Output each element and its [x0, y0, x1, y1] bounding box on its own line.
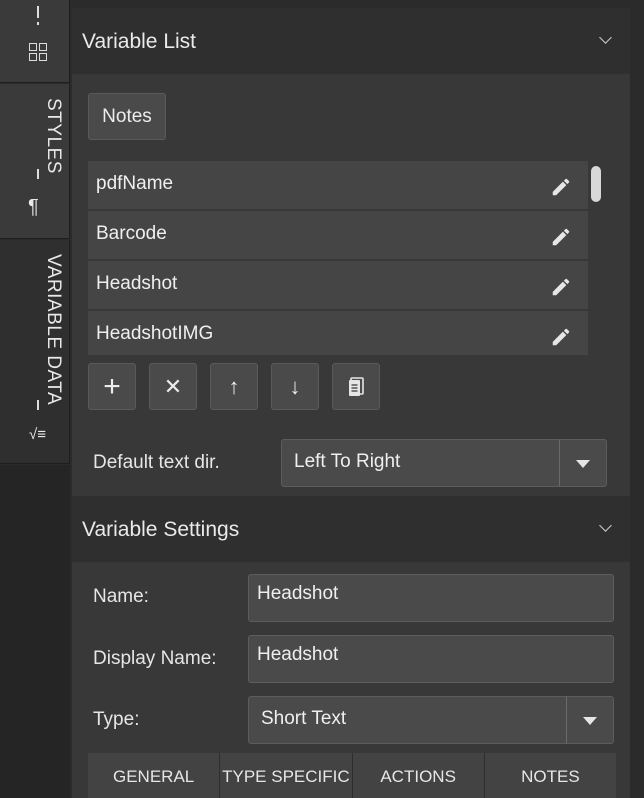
move-down-button[interactable]: ↓ — [271, 363, 319, 410]
pencil-icon[interactable] — [550, 176, 572, 198]
select-divider — [559, 440, 560, 486]
rail-tab-variable-data-label: VARIABLE DATA — [43, 254, 64, 406]
list-item[interactable]: Barcode — [88, 211, 588, 259]
name-field[interactable]: Headshot — [248, 574, 614, 622]
copy-variable-button[interactable] — [332, 363, 380, 410]
list-item[interactable]: pdfName — [88, 161, 588, 209]
notes-button[interactable]: Notes — [88, 93, 166, 140]
delete-variable-button[interactable]: ✕ — [149, 363, 197, 410]
section-title: Variable Settings — [82, 518, 240, 541]
section-title: Variable List — [82, 30, 197, 53]
chevron-down-icon[interactable] — [599, 519, 612, 532]
rail-tab-styles[interactable]: STYLES ¶ — [0, 84, 70, 239]
chevron-down-icon[interactable] — [599, 31, 612, 44]
rail-tab-styles-label: STYLES — [43, 98, 64, 174]
variable-name: pdfName — [96, 173, 174, 194]
tab-general[interactable]: GENERAL — [88, 753, 221, 798]
grid-icon — [29, 43, 47, 61]
name-label: Name: — [93, 586, 149, 607]
pencil-icon[interactable] — [550, 276, 572, 298]
copy-icon — [349, 376, 364, 396]
rail-empty — [0, 465, 70, 798]
variable-panel: Variable List Notes pdfName Barcode Head… — [72, 8, 630, 798]
dash-separator-lower — [37, 22, 39, 25]
tab-notes[interactable]: NOTES — [484, 753, 616, 798]
text-dir-value: Left To Right — [294, 451, 401, 472]
type-value: Short Text — [261, 708, 347, 729]
display-name-label: Display Name: — [93, 648, 217, 669]
tab-actions[interactable]: ACTIONS — [352, 753, 485, 798]
caret-down-icon — [576, 460, 590, 468]
select-divider — [566, 697, 567, 743]
dash-separator — [37, 169, 39, 179]
variable-name: Barcode — [96, 223, 167, 244]
text-dir-label: Default text dir. — [93, 452, 220, 473]
move-up-button[interactable]: ↑ — [210, 363, 258, 410]
variable-name: HeadshotIMG — [96, 323, 214, 344]
rail-tab-layout[interactable] — [0, 0, 70, 83]
text-dir-select[interactable]: Left To Right — [281, 439, 607, 487]
rail-tab-variable-data[interactable]: VARIABLE DATA √≡ — [0, 240, 70, 464]
tab-type-specific[interactable]: TYPE SPECIFIC — [220, 753, 353, 798]
add-variable-button[interactable]: + — [88, 363, 136, 410]
display-name-field[interactable]: Headshot — [248, 635, 614, 683]
settings-tabs: GENERAL TYPE SPECIFIC ACTIONS NOTES — [88, 753, 616, 798]
variable-formula-icon: √≡ — [29, 426, 46, 443]
variable-settings-header[interactable]: Variable Settings — [72, 496, 630, 562]
pencil-icon[interactable] — [550, 226, 572, 248]
list-item[interactable]: Headshot — [88, 261, 588, 309]
variable-name: Headshot — [96, 273, 178, 294]
variable-list-header[interactable]: Variable List — [72, 8, 630, 74]
side-tab-rail: STYLES ¶ VARIABLE DATA √≡ — [0, 0, 70, 798]
pencil-icon[interactable] — [550, 326, 572, 348]
list-item[interactable]: HeadshotIMG — [88, 311, 588, 355]
list-scrollbar[interactable] — [591, 166, 601, 202]
type-label: Type: — [93, 709, 140, 730]
dash-separator — [37, 400, 39, 410]
caret-down-icon — [583, 717, 597, 725]
type-select[interactable]: Short Text — [248, 696, 614, 744]
variable-list: pdfName Barcode Headshot HeadshotIMG — [88, 161, 588, 355]
dash-separator — [37, 6, 39, 18]
pilcrow-icon: ¶ — [28, 196, 39, 218]
